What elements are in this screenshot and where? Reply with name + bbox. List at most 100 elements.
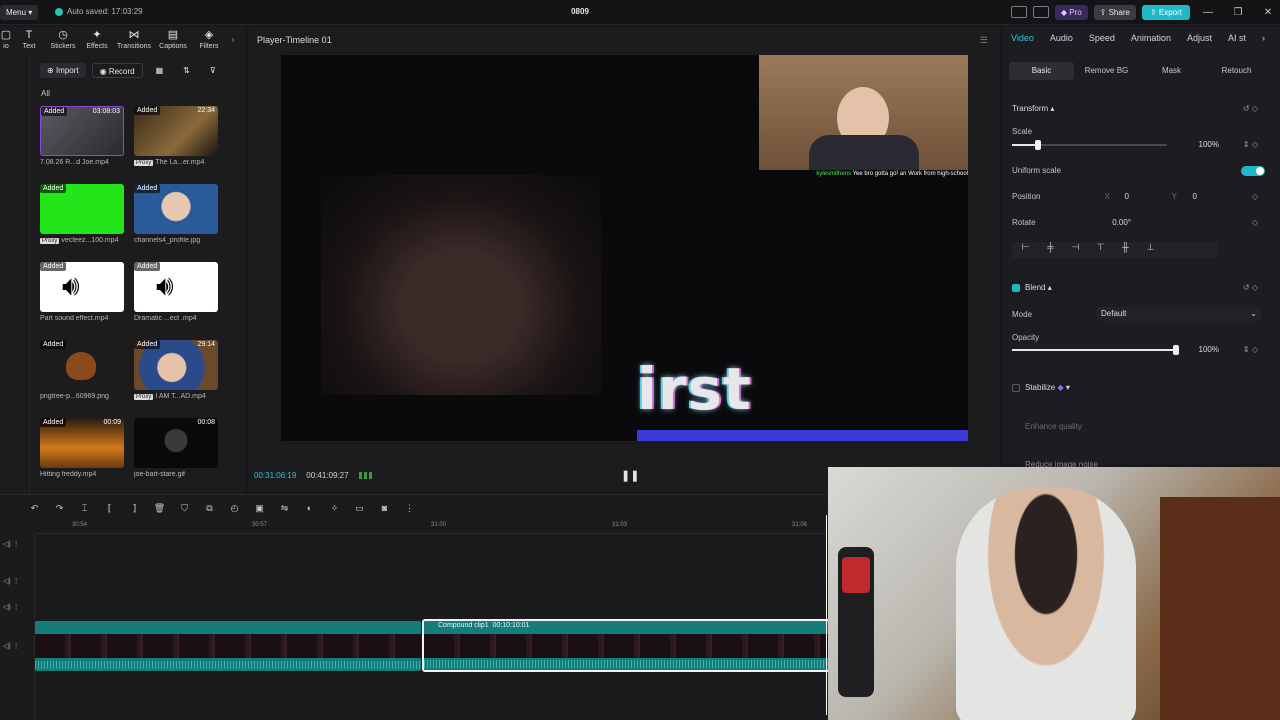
media-item[interactable]: Added channels4_profile.jpg — [134, 184, 220, 244]
subtab-mask[interactable]: Mask — [1139, 62, 1204, 80]
video-preview[interactable]: kylesmithens Yee bro gotta go! an Work f… — [281, 55, 968, 441]
keyframe-icon[interactable]: ◇ — [1252, 192, 1258, 201]
close-icon[interactable]: ✕ — [1256, 7, 1280, 18]
camera-icon[interactable]: ◙ — [377, 503, 392, 513]
media-item[interactable]: Added pngtree-p...60969.png — [40, 340, 126, 400]
import-button[interactable]: ⊕ Import — [40, 63, 86, 78]
mask-icon[interactable]: ◐ — [302, 503, 317, 513]
compound-clip[interactable]: Compound clip1 00:10:10:01 — [422, 619, 830, 672]
position-x-input[interactable]: 0 — [1115, 192, 1129, 201]
shortcuts-icon[interactable] — [1032, 6, 1049, 18]
keyframe-icon[interactable]: ⇕ ◇ — [1243, 345, 1258, 354]
clip-waveform — [424, 660, 828, 668]
media-item[interactable]: Added 29:14 Proxy I AM T...AD.mp4 — [134, 340, 220, 400]
stabilize-header[interactable]: Stabilize ◆ ▾ — [1025, 383, 1070, 392]
tab-animation[interactable]: Animation — [1123, 33, 1179, 43]
menu-icon[interactable]: ☰ — [980, 35, 988, 46]
speaker-icon[interactable]: ◁) ⋮ — [3, 642, 20, 650]
blend-header[interactable]: Blend ▴ — [1025, 283, 1052, 292]
chevron-right-icon[interactable]: › — [1254, 33, 1273, 43]
reset-icon[interactable]: ↺ ◇ — [1243, 104, 1258, 113]
tool-effects[interactable]: ✦ Effects — [80, 30, 114, 51]
opacity-value[interactable]: 100% — [1183, 345, 1219, 354]
speaker-icon[interactable]: ◁) ⋮ — [3, 577, 20, 585]
sort-icon[interactable]: ⇅ — [176, 63, 197, 78]
scale-slider[interactable] — [1012, 140, 1167, 150]
opacity-slider-knob[interactable] — [1173, 345, 1179, 355]
delete-icon[interactable]: 🗑︎ — [152, 503, 167, 514]
speaker-icon[interactable]: ◁) ⋮ — [3, 540, 20, 548]
pro-button[interactable]: ◆ Pro — [1054, 4, 1088, 20]
record-button[interactable]: ◉ Record — [91, 63, 143, 78]
speed-icon[interactable]: ◴ — [227, 503, 242, 514]
tab-ai-style[interactable]: AI st — [1220, 33, 1254, 43]
tool-io[interactable]: ▢ io — [0, 30, 12, 51]
keyframe-icon[interactable]: ◇ — [1252, 218, 1258, 227]
magic-icon[interactable]: ✧ — [327, 503, 342, 514]
tool-transitions[interactable]: ⋈ Transitions — [114, 30, 154, 51]
media-item[interactable]: Added 🔊︎ Part sound effect.mp4 — [40, 262, 126, 322]
audio-split-icon[interactable]: ⋮ — [402, 503, 417, 514]
opacity-slider[interactable] — [1012, 345, 1179, 355]
project-title: 0809 — [571, 7, 589, 16]
media-item[interactable]: 00:08 joe-bart-stare.gif — [134, 418, 220, 478]
chevron-right-icon[interactable]: › — [226, 37, 240, 44]
tool-text[interactable]: T Text — [12, 30, 46, 51]
share-button[interactable]: ⇪ Share — [1093, 4, 1136, 20]
scale-slider-knob[interactable] — [1035, 140, 1042, 150]
filter-all[interactable]: All — [41, 89, 50, 98]
split-left-icon[interactable]: ⟦ — [102, 503, 117, 514]
export-button[interactable]: ⇪ Export — [1141, 4, 1190, 20]
filter-icon[interactable]: ⊽ — [203, 63, 223, 78]
reset-icon[interactable]: ↺ ◇ — [1243, 283, 1258, 292]
blend-mode-select[interactable]: Default ⌄ — [1097, 307, 1261, 321]
split-icon[interactable]: ⌶ — [77, 503, 92, 514]
redo-icon[interactable]: ↷ — [52, 503, 67, 514]
align-right-icon[interactable]: ⊣ — [1067, 242, 1084, 258]
maximize-icon[interactable]: ❐ — [1226, 7, 1250, 18]
align-center-icon[interactable]: ╪ — [1042, 242, 1059, 258]
view-grid-icon[interactable]: ▦ — [149, 63, 171, 78]
tab-video[interactable]: Video — [1003, 33, 1042, 43]
blend-checkbox[interactable] — [1012, 284, 1020, 292]
subtab-retouch[interactable]: Retouch — [1204, 62, 1269, 80]
media-item[interactable]: Added 03:08:03 7.08.26 R...d Joe.mp4 — [40, 106, 126, 166]
stabilize-checkbox[interactable] — [1012, 384, 1020, 392]
time-ruler[interactable]: 30:54 30:57 31:00 31:03 31:06 — [35, 522, 830, 534]
media-item[interactable]: Added Proxy vecteez...100.mp4 — [40, 184, 126, 244]
pause-icon[interactable]: ❚❚ — [621, 469, 639, 482]
position-y-input[interactable]: 0 — [1183, 192, 1197, 201]
crop-icon[interactable]: ⧉ — [202, 503, 217, 514]
align-left-icon[interactable]: ⊢ — [1017, 242, 1034, 258]
transform-header[interactable]: Transform ▴ — [1012, 104, 1054, 113]
caption-icon[interactable]: ▭ — [352, 503, 367, 514]
tab-audio[interactable]: Audio — [1042, 33, 1081, 43]
tool-filters[interactable]: ◈ Filters — [192, 30, 226, 51]
minimize-icon[interactable]: — — [1196, 7, 1220, 18]
subtab-remove-bg[interactable]: Remove BG — [1074, 62, 1139, 80]
main-video-clip[interactable] — [35, 621, 421, 671]
scale-value[interactable]: 100% — [1183, 140, 1219, 149]
media-item[interactable]: Added 00:09 Hitting freddy.mp4 — [40, 418, 126, 478]
reverse-icon[interactable]: ⇋ — [277, 503, 292, 514]
tool-captions[interactable]: ▤ Captions — [154, 30, 192, 51]
playhead[interactable] — [826, 515, 827, 715]
rotate-input[interactable]: 0.00° — [1103, 218, 1131, 227]
align-middle-icon[interactable]: ╫ — [1117, 242, 1134, 258]
tool-stickers[interactable]: ◷ Stickers — [46, 30, 80, 51]
media-item[interactable]: Added 22:34 Proxy The La...er.mp4 — [134, 106, 220, 166]
layout-icon[interactable] — [1010, 6, 1027, 18]
media-item[interactable]: Added 🔊︎ Dramatic ...ect .mp4 — [134, 262, 220, 322]
tab-adjust[interactable]: Adjust — [1179, 33, 1220, 43]
align-bottom-icon[interactable]: ⊥ — [1142, 242, 1159, 258]
undo-icon[interactable]: ↶ — [27, 503, 42, 514]
subtab-basic[interactable]: Basic — [1009, 62, 1074, 80]
speaker-icon[interactable]: ◁) ⋮ — [3, 603, 20, 611]
keyframe-icon[interactable]: ⇕ ◇ — [1243, 140, 1258, 149]
align-top-icon[interactable]: ⊤ — [1092, 242, 1109, 258]
split-right-icon[interactable]: ⟧ — [127, 503, 142, 514]
uniform-scale-toggle[interactable] — [1241, 166, 1265, 176]
freeze-icon[interactable]: ▣ — [252, 503, 267, 514]
tab-speed[interactable]: Speed — [1081, 33, 1123, 43]
shield-icon[interactable]: ⛉ — [177, 503, 192, 514]
